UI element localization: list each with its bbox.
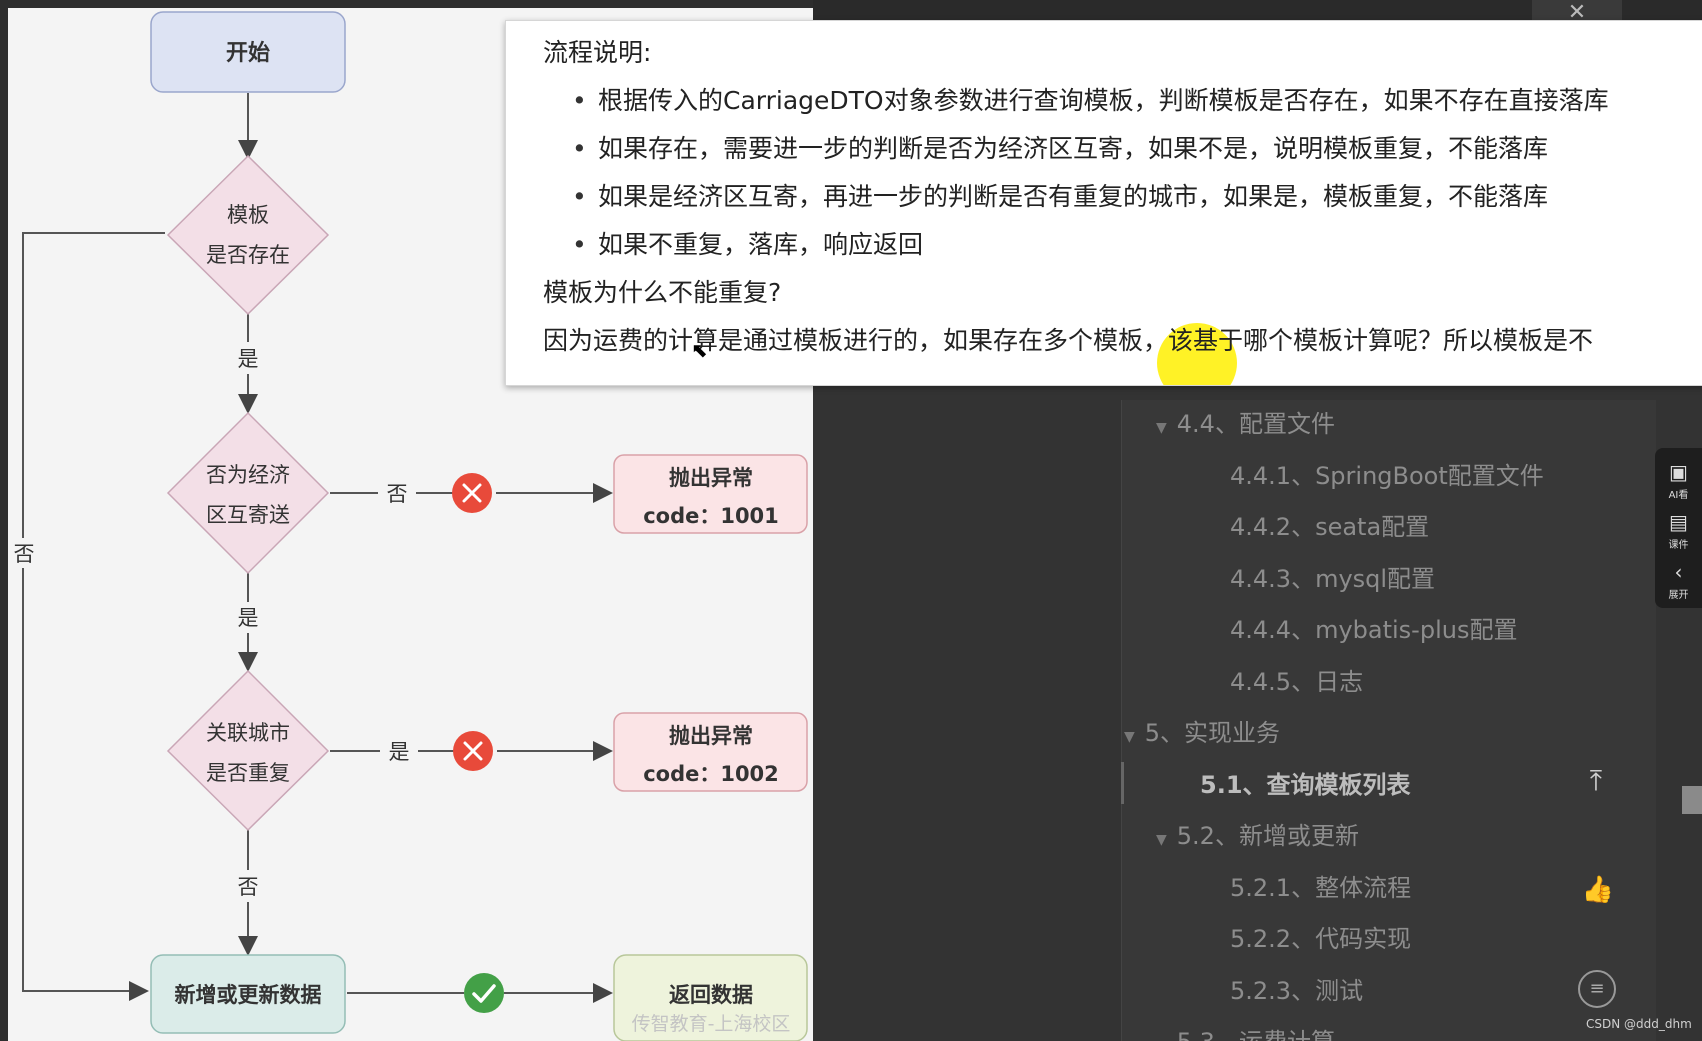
expand-tool[interactable]: ‹ 展开 [1655, 560, 1702, 601]
decision3-line1: 关联城市 [206, 721, 290, 745]
toc-item[interactable]: 4.4.2、seata配置 [1230, 507, 1429, 542]
toc-active-marker [1121, 762, 1124, 804]
popup-heading: 流程说明: [543, 38, 652, 67]
toc-item[interactable]: 4.4.4、mybatis-plus配置 [1230, 610, 1517, 645]
chevron-down-icon[interactable]: ▼ [1156, 420, 1167, 436]
result-watermark: 传智教育-上海校区 [632, 1013, 791, 1035]
toc-item-label: 5.2.1、整体流程 [1230, 873, 1412, 902]
label-yes-3: 是 [389, 740, 410, 764]
ai-tool[interactable]: ▣ AI看 [1655, 460, 1702, 501]
label-no-3: 否 [238, 875, 259, 899]
save-label: 新增或更新数据 [175, 983, 322, 1007]
decision2-line2: 区互寄送 [206, 503, 290, 527]
bullet-dot: • [572, 182, 587, 211]
bullet-dot: • [572, 230, 587, 259]
toc-item[interactable]: 5.1、查询模板列表 [1200, 765, 1411, 800]
label-no-2: 否 [387, 482, 408, 506]
side-toolbar: ▣ AI看 ▤ 课件 ‹ 展开 [1655, 448, 1702, 608]
decision-template-exists [166, 154, 330, 316]
chevron-down-icon[interactable]: ▼ [1156, 832, 1167, 848]
error2-title: 抛出异常 [669, 724, 753, 748]
chevron-left-icon: ‹ [1674, 560, 1683, 584]
toc-item[interactable]: ▼ 5.2、新增或更新 [1156, 816, 1359, 851]
label-no-left: 否 [14, 542, 35, 566]
popup-bullet-4: • 如果不重复，落库，响应返回 [572, 225, 923, 261]
toc-item-label: 4.4.2、seata配置 [1230, 513, 1430, 541]
courseware-tool[interactable]: ▤ 课件 [1655, 510, 1702, 551]
comment-icon[interactable]: ≡ [1578, 970, 1616, 1008]
result-label: 返回数据 [669, 983, 753, 1007]
explanation-popup: 流程说明: • 根据传入的CarriageDTO对象参数进行查询模板，判断模板是否… [505, 20, 1702, 386]
edge-left-loop-bottom [22, 568, 149, 1001]
popup-bullet-3: • 如果是经济区互寄，再进一步的判断是否有重复的城市，如果是，模板重复，不能落库 [572, 177, 1548, 213]
expand-label: 展开 [1668, 590, 1689, 601]
toc-item[interactable]: ▼ 4.4、配置文件 [1156, 404, 1335, 439]
bullet-text: 如果是经济区互寄，再进一步的判断是否有重复的城市，如果是，模板重复，不能落库 [598, 182, 1549, 211]
check-icon [464, 973, 504, 1013]
toc-item-label: 5.2.3、测试 [1230, 976, 1364, 1005]
courseware-icon: ▤ [1669, 510, 1688, 534]
decision-economic-zone [166, 411, 330, 575]
decision3-line2: 是否重复 [206, 761, 290, 785]
toc-item-label: 4.4.5、日志 [1230, 667, 1364, 696]
error2-code: code：1002 [643, 762, 779, 786]
error1-code: code：1001 [643, 504, 779, 528]
decision1-line2: 是否存在 [206, 243, 290, 267]
close-icon[interactable]: ✕ [1532, 0, 1622, 25]
screen: ✕ ▼ 4.4、配置文件 4.4.1、SpringBoot配置文件 4.4.2、sea… [0, 0, 1702, 1041]
like-icon[interactable]: 👍 [1580, 875, 1616, 911]
popup-question: 模板为什么不能重复? [543, 278, 782, 307]
toc-item[interactable]: 5.2.1、整体流程 [1230, 868, 1411, 903]
label-yes-1: 是 [238, 347, 259, 371]
toc-item[interactable]: 5.2.3、测试 [1230, 971, 1363, 1006]
edge-left-loop-top [22, 232, 165, 538]
toc-item[interactable]: 4.4.5、日志 [1230, 662, 1363, 697]
bullet-text: 如果不重复，落库，响应返回 [598, 230, 924, 259]
toc-item-label: 5.3、运费计算 [1177, 1028, 1335, 1041]
toc-item[interactable]: 5.2.2、代码实现 [1230, 919, 1411, 954]
bullet-text: 如果存在，需要进一步的判断是否为经济区互寄，如果不是，说明模板重复，不能落库 [598, 134, 1549, 163]
decision2-line1: 否为经济 [206, 463, 290, 487]
mouse-cursor-icon: ⬉ [691, 338, 708, 362]
toc-item-label: 5.2、新增或更新 [1176, 822, 1359, 850]
toc-item-label: 4.4.3、mysql配置 [1230, 564, 1436, 593]
decision-city-duplicate [166, 669, 330, 832]
back-to-top-icon[interactable]: ⤒ [1575, 760, 1617, 802]
toc-item-label: 4.4.1、SpringBoot配置文件 [1230, 461, 1544, 490]
ai-icon: ▣ [1669, 460, 1688, 484]
popup-bullet-2: • 如果存在，需要进一步的判断是否为经济区互寄，如果不是，说明模板重复，不能落库 [572, 129, 1548, 165]
toc-item-label: 5.1、查询模板列表 [1200, 770, 1411, 799]
toc-item-label: 5、实现业务 [1144, 719, 1281, 747]
toc-item-label: 4.4、配置文件 [1176, 410, 1335, 438]
start-label: 开始 [226, 40, 270, 66]
toc-item-label: 5.2.2、代码实现 [1230, 925, 1412, 953]
courseware-label: 课件 [1668, 540, 1689, 551]
toc-item-label: 4.4.4、mybatis-plus配置 [1230, 616, 1518, 644]
toc-item[interactable]: 4.4.1、SpringBoot配置文件 [1230, 456, 1544, 491]
toc-item[interactable]: 4.4.3、mysql配置 [1230, 559, 1435, 594]
decision1-line1: 模板 [227, 203, 269, 227]
csdn-watermark: CSDN @ddd_dhm [1586, 1017, 1692, 1031]
error1-title: 抛出异常 [669, 466, 753, 490]
scrollbar-thumb[interactable] [1682, 786, 1702, 814]
bullet-text: 根据传入的CarriageDTO对象参数进行查询模板，判断模板是否存在，如果不存… [598, 86, 1609, 115]
bullet-dot: • [572, 134, 587, 163]
label-yes-2: 是 [238, 606, 259, 630]
ai-label: AI看 [1668, 490, 1689, 501]
toc-item[interactable]: ▼ 5、实现业务 [1124, 713, 1280, 748]
chevron-down-icon[interactable]: ▼ [1124, 729, 1135, 745]
popup-bullet-1: • 根据传入的CarriageDTO对象参数进行查询模板，判断模板是否存在，如果不… [572, 81, 1609, 117]
toc-item[interactable]: ▼5.3、运费计算 [1156, 1022, 1335, 1041]
bullet-dot: • [572, 86, 587, 115]
